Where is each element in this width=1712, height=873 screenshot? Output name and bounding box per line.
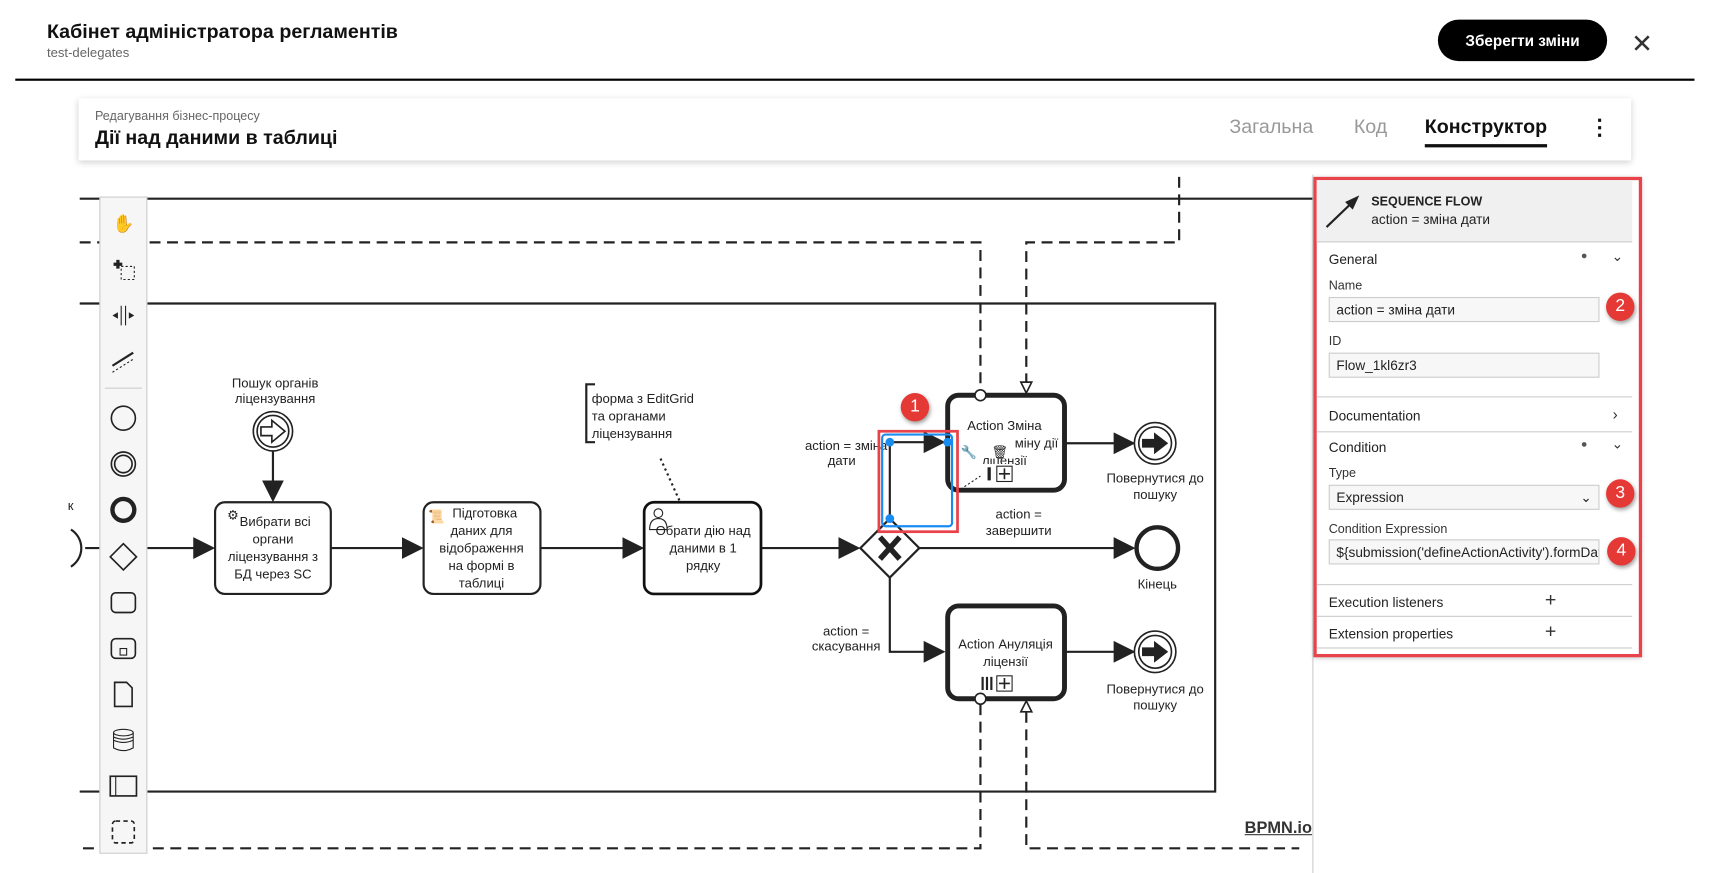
message-attach (974, 692, 987, 706)
intermediate-event[interactable] (252, 410, 294, 452)
hand-tool-icon[interactable]: ✋ (100, 205, 146, 242)
plus-icon[interactable]: + (1545, 588, 1556, 611)
lasso-tool-icon[interactable] (100, 250, 146, 287)
data-object-icon[interactable] (100, 676, 146, 713)
name-label: Name (1328, 279, 1363, 293)
flow-label: action = зміна дати (805, 438, 888, 468)
waypoint-handle[interactable] (885, 514, 895, 523)
intermediate-event-icon[interactable] (100, 445, 146, 482)
callout-badge-4: 4 (1607, 537, 1636, 566)
end-event-link[interactable] (1133, 421, 1177, 465)
group-extension-properties[interactable]: Extension properties (1329, 627, 1453, 642)
message-flow (79, 704, 982, 850)
group-documentation[interactable]: Documentation (1329, 408, 1421, 423)
id-label: ID (1328, 335, 1342, 349)
waypoint-handle[interactable] (943, 437, 953, 447)
callout-badge-2: 2 (1606, 292, 1635, 321)
group-general[interactable]: General (1329, 252, 1378, 267)
global-connect-icon[interactable] (100, 343, 146, 380)
message-arrow (1019, 699, 1034, 713)
dot-indicator-icon: ● (1580, 250, 1588, 263)
element-type: SEQUENCE FLOW (1371, 195, 1483, 209)
text-annotation: форма з EditGrid та органами ліцензування (592, 391, 694, 441)
data-store-icon[interactable] (100, 722, 146, 759)
association (659, 458, 682, 503)
expand-marker-icon (996, 675, 1013, 692)
message-flow (79, 241, 982, 390)
task-icon[interactable] (100, 584, 146, 621)
gateway-icon[interactable] (100, 538, 146, 575)
chevron-down-icon[interactable]: ⌄ (1611, 436, 1623, 453)
message-attach (974, 388, 987, 402)
properties-panel: SEQUENCE FLOW action = зміна дати Genera… (1313, 176, 1643, 658)
exclusive-gateway[interactable] (858, 517, 921, 580)
event-label: Повернутися до пошуку (1106, 681, 1203, 712)
element-name: action = зміна дати (1371, 211, 1490, 228)
sequence-flow-icon (1325, 195, 1360, 228)
flow-label: action = завершити (986, 507, 1052, 538)
chevron-down-icon[interactable]: ⌄ (1611, 248, 1623, 265)
plus-icon[interactable]: + (1545, 620, 1556, 643)
event-label: Повернутися до пошуку (1106, 471, 1203, 502)
waypoint-handle[interactable] (885, 437, 895, 447)
condition-expression-label: Condition Expression (1328, 522, 1448, 537)
pool-icon[interactable] (100, 768, 146, 805)
type-select-value: Expression (1336, 489, 1404, 505)
end-event-link[interactable] (1133, 630, 1177, 674)
dot-indicator-icon: ● (1580, 438, 1588, 451)
chevron-right-icon[interactable]: › (1613, 405, 1618, 422)
message-flow (1025, 176, 1181, 383)
space-tool-icon[interactable] (100, 297, 146, 334)
group-execution-listeners[interactable]: Execution listeners (1329, 595, 1444, 610)
subprocess-icon[interactable] (100, 630, 146, 667)
sequence-flow (888, 577, 946, 663)
type-label: Type (1328, 467, 1356, 481)
trash-icon[interactable]: 🗑 (991, 444, 1008, 459)
bpmn-io-logo[interactable]: BPMN.io (1245, 819, 1312, 838)
tool-palette: ✋ (99, 196, 148, 854)
start-event-icon[interactable] (100, 400, 146, 437)
callout-badge-3: 3 (1606, 479, 1635, 508)
end-event[interactable] (1134, 525, 1181, 572)
id-input[interactable]: Flow_1kl6zr3 (1328, 352, 1600, 378)
panel-header: SEQUENCE FLOW action = зміна дати (1316, 180, 1633, 243)
message-arrow (1019, 381, 1034, 395)
script-icon: 📜 (428, 509, 444, 524)
start-event (70, 528, 83, 568)
event-label: Пошук органів ліцензування (232, 376, 319, 406)
gear-icon: ⚙ (227, 508, 239, 523)
group-condition[interactable]: Condition (1329, 440, 1387, 455)
start-label: к (68, 498, 74, 513)
selection-outline (881, 433, 954, 528)
event-label: Кінець (1138, 576, 1178, 591)
end-event-icon[interactable] (100, 491, 146, 528)
condition-expression-input[interactable]: ${submission('defineActionActivity').for… (1328, 539, 1600, 565)
wrench-icon[interactable]: 🔧 (961, 443, 977, 459)
callout-badge-1: 1 (900, 393, 930, 422)
sequence-flow-selected (888, 431, 946, 519)
name-input[interactable]: action = зміна дати (1328, 296, 1600, 323)
group-icon[interactable] (100, 813, 146, 850)
type-select[interactable]: Expression ⌄ (1328, 484, 1600, 510)
chevron-down-icon: ⌄ (1580, 490, 1592, 506)
flow-label: action = скасування (812, 623, 881, 653)
